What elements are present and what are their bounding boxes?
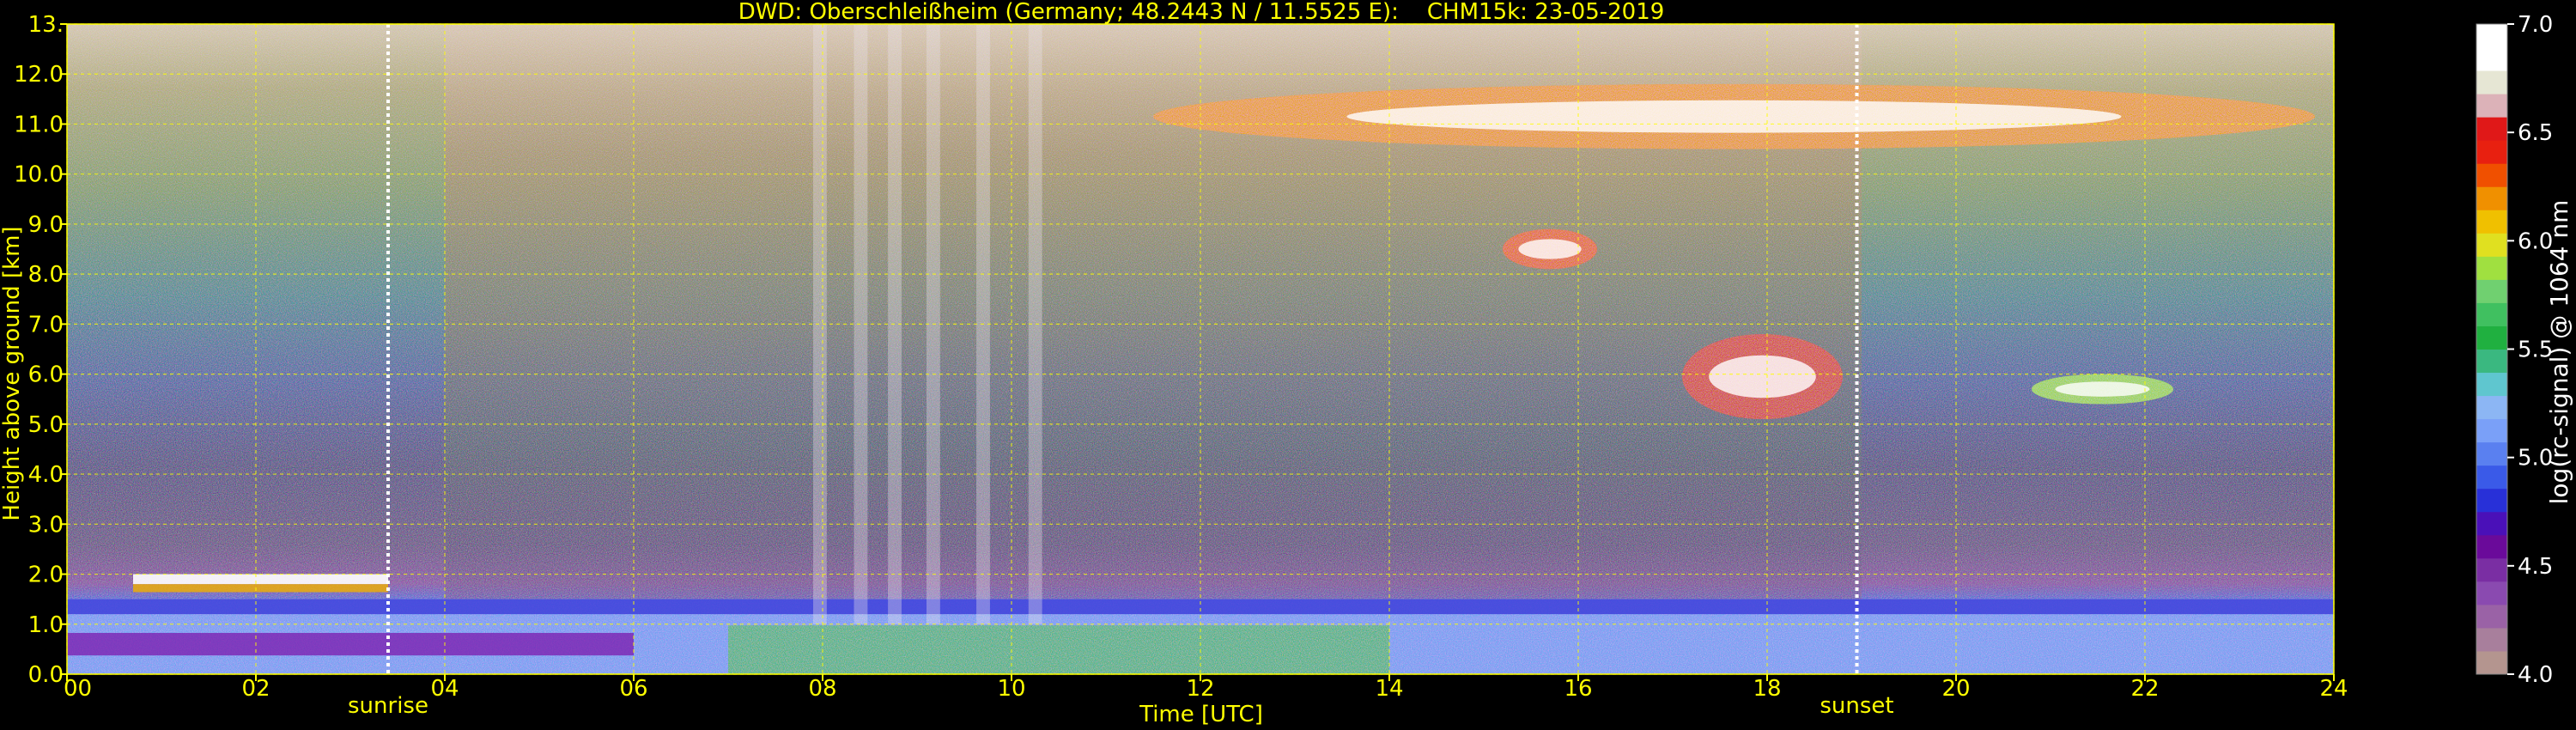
colorbar-swatch — [2476, 210, 2507, 234]
x-tick-label: 00 — [64, 676, 92, 702]
x-tick-label: 02 — [241, 676, 270, 702]
x-tick-label: 10 — [997, 676, 1025, 702]
x-tick-label: 16 — [1564, 676, 1592, 702]
feature-residual-layer-1 — [133, 574, 388, 593]
colorbar-swatch — [2476, 163, 2507, 187]
colorbar-swatch — [2476, 395, 2507, 420]
colorbar: 4.04.55.05.56.06.57.0 — [2476, 12, 2553, 688]
colorbar-swatch — [2476, 627, 2507, 652]
colorbar-swatch — [2476, 233, 2507, 257]
cloud-core — [1346, 100, 2122, 133]
cloud-core — [1518, 239, 1582, 259]
y-tick-label: 10.0 — [14, 162, 64, 188]
cloud-core — [2055, 381, 2150, 397]
feature-cloud-3 — [1503, 228, 1597, 270]
y-tick-label: 3.0 — [28, 512, 64, 538]
colorbar-swatch — [2476, 465, 2507, 490]
x-tick-label: 04 — [430, 676, 459, 702]
y-tick-label: 4.0 — [28, 462, 64, 488]
colorbar-swatch — [2476, 24, 2507, 48]
colorbar-tick-label: 7.0 — [2518, 12, 2553, 38]
y-tick-label: 11.0 — [14, 112, 64, 137]
colorbar-swatch — [2476, 581, 2507, 605]
colorbar-swatch — [2476, 511, 2507, 536]
colorbar-swatch — [2476, 488, 2507, 513]
feature-cirrus-2 — [1153, 83, 2315, 149]
sunrise-label: sunrise — [348, 693, 428, 719]
x-tick-label: 22 — [2130, 676, 2159, 702]
colorbar-swatch — [2476, 441, 2507, 466]
y-tick-label: 1.0 — [28, 612, 64, 638]
x-tick-label: 18 — [1753, 676, 1781, 702]
y-tick-label: 2.0 — [28, 563, 64, 588]
boundary-layer-night — [67, 632, 634, 656]
y-tick-label: 0.0 — [28, 662, 64, 688]
residual-layer-edge — [133, 584, 388, 593]
residual-layer-core — [133, 574, 388, 585]
colorbar-swatch — [2476, 650, 2507, 675]
chart-title: DWD: Oberschleißheim (Germany; 48.2443 N… — [738, 0, 1665, 25]
feature-cloud-4 — [1682, 334, 1843, 420]
colorbar-swatch — [2476, 302, 2507, 326]
y-tick-label: 13. — [28, 12, 64, 38]
colorbar-swatch — [2476, 70, 2507, 94]
colorbar-swatch — [2476, 140, 2507, 164]
colorbar-swatch — [2476, 604, 2507, 629]
colorbar-swatch — [2476, 557, 2507, 582]
lidar-quicklook-chart: sunrise sunset 00 02 04 06 08 10 12 14 16 18 20 22 24… — [0, 0, 2573, 727]
feature-cloud-5 — [2032, 374, 2173, 405]
x-tick-label: 14 — [1375, 676, 1403, 702]
colorbar-tick-label: 4.5 — [2518, 554, 2553, 580]
y-tick-label: 8.0 — [28, 262, 64, 288]
colorbar-swatch — [2476, 256, 2507, 280]
colorbar-swatch — [2476, 349, 2507, 374]
colorbar-label: log(rc-signal) @ 1064 nm — [2545, 200, 2573, 505]
x-axis-label: Time [UTC] — [1139, 702, 1263, 727]
x-tick-label: 20 — [1941, 676, 1970, 702]
colorbar-swatch — [2476, 279, 2507, 303]
colorbar-swatch — [2476, 534, 2507, 559]
colorbar-swatch — [2476, 418, 2507, 443]
y-axis-label: Height above ground [km] — [0, 226, 25, 520]
boundary-layer-mixing — [728, 625, 1389, 674]
colorbar-tick-label: 6.5 — [2518, 120, 2553, 146]
x-tick-label: 24 — [2319, 676, 2348, 702]
sunset-label: sunset — [1820, 693, 1893, 719]
colorbar-tick-label: 4.0 — [2518, 662, 2553, 688]
colorbar-swatch — [2476, 186, 2507, 210]
cloud-core — [1709, 355, 1816, 398]
colorbar-swatch — [2476, 325, 2507, 350]
y-tick-label: 9.0 — [28, 212, 64, 238]
colorbar-swatch — [2476, 372, 2507, 397]
colorbar-swatch — [2476, 47, 2507, 71]
colorbar-swatch — [2476, 117, 2507, 141]
y-tick-label: 12.0 — [14, 62, 64, 88]
y-tick-label: 7.0 — [28, 312, 64, 338]
y-tick-label: 5.0 — [28, 412, 64, 438]
colorbar-swatch — [2476, 94, 2507, 118]
x-tick-label: 08 — [808, 676, 836, 702]
x-tick-label: 06 — [619, 676, 647, 702]
y-tick-label: 6.0 — [28, 362, 64, 388]
x-tick-label: 12 — [1186, 676, 1214, 702]
